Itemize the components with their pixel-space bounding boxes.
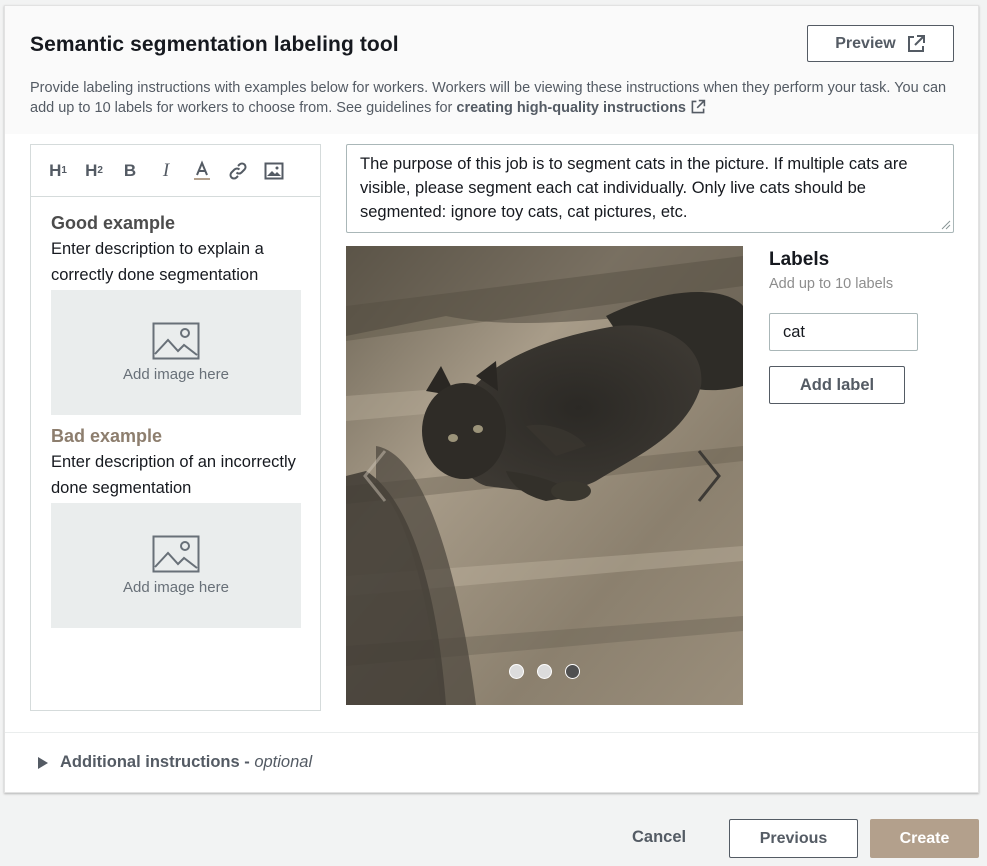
example-image-carousel[interactable] [346, 246, 743, 705]
label-input[interactable] [769, 313, 918, 351]
create-button[interactable]: Create [870, 819, 979, 858]
carousel-dot-2[interactable] [537, 664, 552, 679]
previous-button[interactable]: Previous [729, 819, 858, 858]
resize-handle-icon[interactable] [941, 220, 951, 230]
add-image-label: Add image here [123, 366, 229, 383]
labels-subtitle: Add up to 10 labels [769, 276, 894, 292]
bad-example-description: Enter description of an incorrectly done… [51, 453, 296, 497]
insert-image-button[interactable] [263, 159, 285, 183]
guidelines-link[interactable]: creating high-quality instructions [456, 100, 686, 116]
preview-button[interactable]: Preview [807, 25, 954, 62]
page-title: Semantic segmentation labeling tool [30, 33, 399, 56]
editor-content[interactable]: Good example Enter description to explai… [31, 197, 320, 628]
image-placeholder-icon [152, 535, 200, 573]
examples-editor[interactable]: H1 H2 B I Good example Enter description… [30, 144, 321, 711]
add-image-label: Add image here [123, 579, 229, 596]
font-color-button[interactable] [191, 159, 213, 183]
h2-label: H [85, 160, 98, 180]
h1-label: H [49, 160, 62, 180]
bold-button[interactable]: B [119, 159, 141, 183]
external-link-icon[interactable] [690, 99, 706, 115]
short-instructions-text: The purpose of this job is to segment ca… [360, 155, 908, 221]
h1-button[interactable]: H1 [47, 159, 69, 183]
font-color-icon [194, 159, 210, 180]
add-label-button[interactable]: Add label [769, 366, 905, 404]
additional-instructions-label: Additional instructions - optional [60, 753, 313, 771]
labels-heading: Labels [769, 249, 830, 270]
short-instructions-textarea[interactable]: The purpose of this job is to segment ca… [346, 144, 954, 233]
task-panel: Semantic segmentation labeling tool Prev… [4, 5, 979, 793]
image-placeholder-icon [152, 322, 200, 360]
carousel-dot-1[interactable] [509, 664, 524, 679]
bad-example-block: Bad example Enter description of an inco… [51, 424, 320, 628]
carousel-previous-arrow-icon[interactable] [360, 446, 390, 506]
carousel-dots [346, 664, 743, 679]
image-icon [264, 162, 284, 179]
additional-instructions-toggle[interactable]: Additional instructions - optional [38, 753, 312, 772]
bad-example-heading: Bad example [51, 426, 163, 446]
optional-label: optional [254, 753, 313, 771]
h2-button[interactable]: H2 [83, 159, 105, 183]
good-example-image-placeholder[interactable]: Add image here [51, 290, 301, 415]
editor-toolbar: H1 H2 B I [31, 145, 320, 197]
carousel-dot-3[interactable] [565, 664, 580, 679]
link-icon [229, 161, 247, 180]
external-link-icon [907, 34, 925, 52]
link-button[interactable] [227, 159, 249, 183]
caret-right-icon [38, 756, 48, 769]
bad-example-image-placeholder[interactable]: Add image here [51, 503, 301, 628]
good-example-heading: Good example [51, 213, 176, 233]
italic-button[interactable]: I [155, 159, 177, 183]
carousel-next-arrow-icon[interactable] [694, 446, 724, 506]
cat-photo [346, 246, 743, 705]
instructions-description: Provide labeling instructions with examp… [30, 78, 960, 118]
good-example-description: Enter description to explain a correctly… [51, 240, 264, 284]
section-divider [5, 732, 978, 733]
preview-button-label: Preview [835, 34, 896, 52]
cancel-button[interactable]: Cancel [632, 828, 686, 847]
